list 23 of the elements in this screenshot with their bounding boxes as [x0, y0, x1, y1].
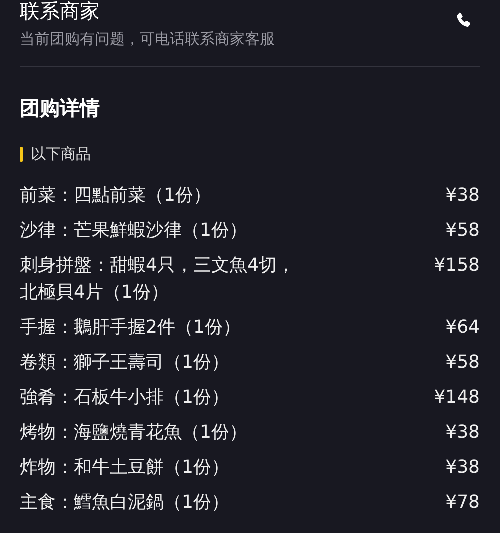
item-name: 沙律：芒果鮮蝦沙律（1份） [20, 219, 248, 243]
item-name: 烤物：海鹽燒青花魚（1份） [20, 421, 248, 445]
item-price: ¥38 [446, 456, 480, 480]
item-price: ¥78 [446, 491, 480, 515]
item-name: 炸物：和牛土豆餅（1份） [20, 456, 230, 480]
contact-title: 联系商家 [20, 0, 101, 22]
item-name: 前菜：四點前菜（1份） [20, 184, 212, 208]
item-name: 主食：鱈魚白泥鍋（1份） [20, 491, 230, 515]
item-price: ¥38 [446, 184, 480, 208]
section-title: 团购详情 [20, 95, 101, 121]
accent-bar [20, 147, 23, 162]
item-price: ¥148 [434, 386, 480, 410]
item-name: 卷類：獅子王壽司（1份） [20, 351, 230, 375]
item-name: 刺身拼盤：甜蝦4只，三文魚4切，北極貝4片（1份） [20, 254, 296, 305]
contact-subtitle: 当前团购有问题，可电话联系商家客服 [20, 30, 275, 49]
group-title: 以下商品 [31, 145, 91, 164]
item-name: 手握：鵝肝手握2件（1份） [20, 316, 242, 340]
item-price: ¥38 [446, 421, 480, 445]
item-price: ¥64 [446, 316, 480, 340]
item-name: 強肴：石板牛小排（1份） [20, 386, 230, 410]
item-price: ¥58 [446, 219, 480, 243]
item-price: ¥58 [446, 351, 480, 375]
item-price: ¥158 [434, 254, 480, 278]
